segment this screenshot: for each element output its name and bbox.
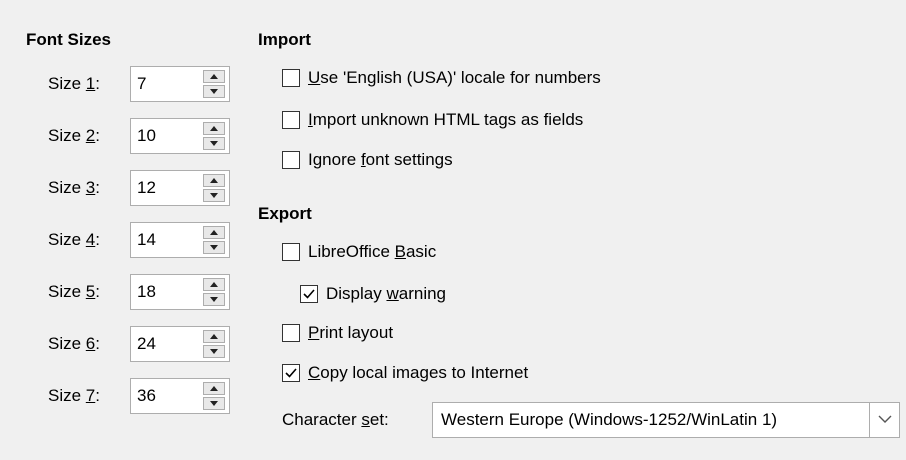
arrow-up-icon: [210, 230, 218, 235]
spinbox-value[interactable]: 36: [137, 386, 156, 406]
spin-down-button[interactable]: [203, 397, 225, 410]
spin-up-button[interactable]: [203, 122, 225, 135]
checkbox-box[interactable]: [282, 324, 300, 342]
size-7-label: Size 7:: [48, 386, 100, 405]
spinbox-value[interactable]: 24: [137, 334, 156, 354]
import-unknown-html-tags-checkbox[interactable]: Import unknown HTML tags as fields: [282, 110, 583, 130]
ignore-font-settings-checkbox[interactable]: Ignore font settings: [282, 150, 453, 170]
character-set-value: Western Europe (Windows-1252/WinLatin 1): [441, 410, 778, 429]
spin-down-button[interactable]: [203, 345, 225, 358]
display-warning-checkbox[interactable]: Display warning: [300, 284, 446, 304]
size-2-label: Size 2:: [48, 126, 100, 145]
size-2-spinbox[interactable]: 10: [130, 118, 230, 154]
arrow-up-icon: [210, 386, 218, 391]
character-set-dropdown[interactable]: Western Europe (Windows-1252/WinLatin 1): [432, 402, 900, 438]
arrow-down-icon: [210, 141, 218, 146]
arrow-up-icon: [210, 334, 218, 339]
checkbox-label: Copy local images to Internet: [308, 363, 529, 382]
spinbox-value[interactable]: 14: [137, 230, 156, 250]
size-4-spinbox[interactable]: 14: [130, 222, 230, 258]
checkbox-box[interactable]: [282, 111, 300, 129]
size-3-label: Size 3:: [48, 178, 100, 197]
checkmark-icon: [285, 368, 297, 378]
spin-up-button[interactable]: [203, 330, 225, 343]
spin-down-button[interactable]: [203, 137, 225, 150]
arrow-up-icon: [210, 178, 218, 183]
checkbox-box[interactable]: [282, 69, 300, 87]
use-english-locale-checkbox[interactable]: Use 'English (USA)' locale for numbers: [282, 68, 601, 88]
spinbox-value[interactable]: 7: [137, 74, 146, 94]
arrow-down-icon: [210, 193, 218, 198]
size-5-spinbox[interactable]: 18: [130, 274, 230, 310]
size-5-label: Size 5:: [48, 282, 100, 301]
copy-local-images-checkbox[interactable]: Copy local images to Internet: [282, 363, 528, 383]
dropdown-button[interactable]: [869, 403, 899, 437]
export-heading: Export: [258, 204, 312, 223]
size-4-label: Size 4:: [48, 230, 100, 249]
spin-down-button[interactable]: [203, 85, 225, 98]
arrow-down-icon: [210, 349, 218, 354]
checkbox-label: Use 'English (USA)' locale for numbers: [308, 68, 601, 87]
checkbox-label: Print layout: [308, 323, 394, 342]
size-6-spinbox[interactable]: 24: [130, 326, 230, 362]
size-1-spinbox[interactable]: 7: [130, 66, 230, 102]
spin-down-button[interactable]: [203, 189, 225, 202]
size-7-spinbox[interactable]: 36: [130, 378, 230, 414]
spin-up-button[interactable]: [203, 70, 225, 83]
libreoffice-basic-checkbox[interactable]: LibreOffice Basic: [282, 242, 436, 262]
checkbox-box[interactable]: [282, 151, 300, 169]
character-set-label: Character set:: [282, 410, 389, 429]
arrow-up-icon: [210, 282, 218, 287]
spin-up-button[interactable]: [203, 174, 225, 187]
checkbox-box[interactable]: [282, 364, 300, 382]
checkbox-label: Display warning: [326, 284, 447, 303]
arrow-down-icon: [210, 89, 218, 94]
spinbox-value[interactable]: 10: [137, 126, 156, 146]
arrow-down-icon: [210, 245, 218, 250]
spin-up-button[interactable]: [203, 382, 225, 395]
spinbox-value[interactable]: 18: [137, 282, 156, 302]
spin-up-button[interactable]: [203, 278, 225, 291]
checkbox-label: Ignore font settings: [308, 150, 453, 169]
arrow-down-icon: [210, 297, 218, 302]
arrow-down-icon: [210, 401, 218, 406]
chevron-down-icon: [878, 415, 892, 423]
import-heading: Import: [258, 30, 311, 49]
font-sizes-heading: Font Sizes: [26, 30, 112, 49]
checkmark-icon: [303, 289, 315, 299]
spin-down-button[interactable]: [203, 241, 225, 254]
spin-down-button[interactable]: [203, 293, 225, 306]
spinbox-value[interactable]: 12: [137, 178, 156, 198]
size-1-label: Size 1:: [48, 74, 100, 93]
print-layout-checkbox[interactable]: Print layout: [282, 323, 393, 343]
spin-up-button[interactable]: [203, 226, 225, 239]
size-3-spinbox[interactable]: 12: [130, 170, 230, 206]
arrow-up-icon: [210, 74, 218, 79]
checkbox-box[interactable]: [282, 243, 300, 261]
checkbox-label: Import unknown HTML tags as fields: [308, 110, 584, 129]
checkbox-box[interactable]: [300, 285, 318, 303]
checkbox-label: LibreOffice Basic: [308, 242, 437, 261]
arrow-up-icon: [210, 126, 218, 131]
size-6-label: Size 6:: [48, 334, 100, 353]
